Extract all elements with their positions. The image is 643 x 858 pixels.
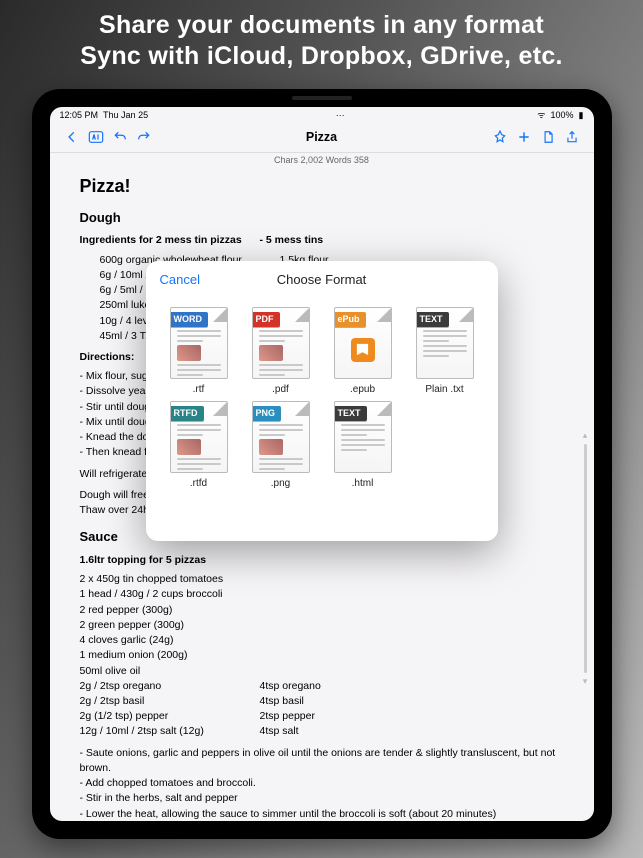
list-item: - Add chopped tomatoes and broccoli.	[80, 776, 564, 791]
table-row: 2g / 2tsp oregano4tsp oregano	[80, 679, 564, 694]
format-band: TEXT	[334, 406, 367, 421]
wifi-icon: ᯤ	[537, 110, 545, 120]
page-title: Pizza!	[80, 173, 564, 199]
table-row: 2 x 450g tin chopped tomatoes	[80, 572, 564, 587]
char-word-count: Chars 2,002 Words 358	[50, 153, 594, 169]
share-icon[interactable]	[560, 126, 584, 148]
table-row: 50ml olive oil	[80, 664, 564, 679]
format-band: RTFD	[170, 406, 204, 421]
format-option[interactable]: TEXT Plain .txt	[406, 307, 484, 395]
format-option[interactable]: ePub .epub	[324, 307, 402, 395]
ai-icon[interactable]	[84, 126, 108, 148]
format-band: WORD	[170, 312, 209, 327]
list-item: - Lower the heat, allowing the sauce to …	[80, 807, 564, 821]
ipad-frame: 12:05 PM Thu Jan 25 ··· ᯤ100%▮ Pizza Cha…	[32, 89, 612, 839]
undo-icon[interactable]	[108, 126, 132, 148]
table-row: 2g (1/2 tsp) pepper2tsp pepper	[80, 709, 564, 724]
table-row: 1 medium onion (200g)	[80, 648, 564, 663]
doc-title: Pizza	[156, 130, 488, 144]
format-option[interactable]: TEXT .html	[324, 401, 402, 489]
format-band: PNG	[252, 406, 282, 421]
list-item: - Stir in the herbs, salt and pepper	[80, 791, 564, 806]
redo-icon[interactable]	[132, 126, 156, 148]
format-label: Plain .txt	[425, 384, 463, 395]
format-label: .html	[352, 478, 374, 489]
format-band: TEXT	[416, 312, 449, 327]
table-row: 4 cloves garlic (24g)	[80, 633, 564, 648]
format-label: .pdf	[272, 384, 289, 395]
status-bar: 12:05 PM Thu Jan 25 ··· ᯤ100%▮	[50, 107, 594, 123]
pin-icon[interactable]	[488, 126, 512, 148]
format-option[interactable]: WORD .rtf	[160, 307, 238, 395]
screen: 12:05 PM Thu Jan 25 ··· ᯤ100%▮ Pizza Cha…	[50, 107, 594, 821]
table-row: 2g / 2tsp basil4tsp basil	[80, 694, 564, 709]
scroll-indicator[interactable]: ▴▾	[583, 429, 588, 689]
format-band: ePub	[334, 312, 366, 327]
table-row: 2 green pepper (300g)	[80, 618, 564, 633]
format-label: .png	[271, 478, 290, 489]
doc-action-icon[interactable]	[536, 126, 560, 148]
table-row: 1 head / 430g / 2 cups broccoli	[80, 587, 564, 602]
format-option[interactable]: PDF .pdf	[242, 307, 320, 395]
format-label: .rtf	[193, 384, 205, 395]
promo-headline: Share your documents in any format Sync …	[80, 0, 563, 87]
format-picker-modal: Cancel Choose Format WORD .rtf PDF .pdf ePub…	[146, 261, 498, 541]
add-icon[interactable]	[512, 126, 536, 148]
list-item: - Saute onions, garlic and peppers in ol…	[80, 746, 564, 776]
table-row: 12g / 10ml / 2tsp salt (12g)4tsp salt	[80, 724, 564, 739]
cancel-button[interactable]: Cancel	[160, 272, 200, 287]
toolbar: Pizza	[50, 123, 594, 153]
format-band: PDF	[252, 312, 280, 327]
table-row: 2 red pepper (300g)	[80, 603, 564, 618]
modal-title: Choose Format	[277, 272, 367, 287]
format-option[interactable]: PNG .png	[242, 401, 320, 489]
format-option[interactable]: RTFD .rtfd	[160, 401, 238, 489]
format-label: .rtfd	[190, 478, 207, 489]
format-label: .epub	[350, 384, 375, 395]
back-icon[interactable]	[60, 126, 84, 148]
